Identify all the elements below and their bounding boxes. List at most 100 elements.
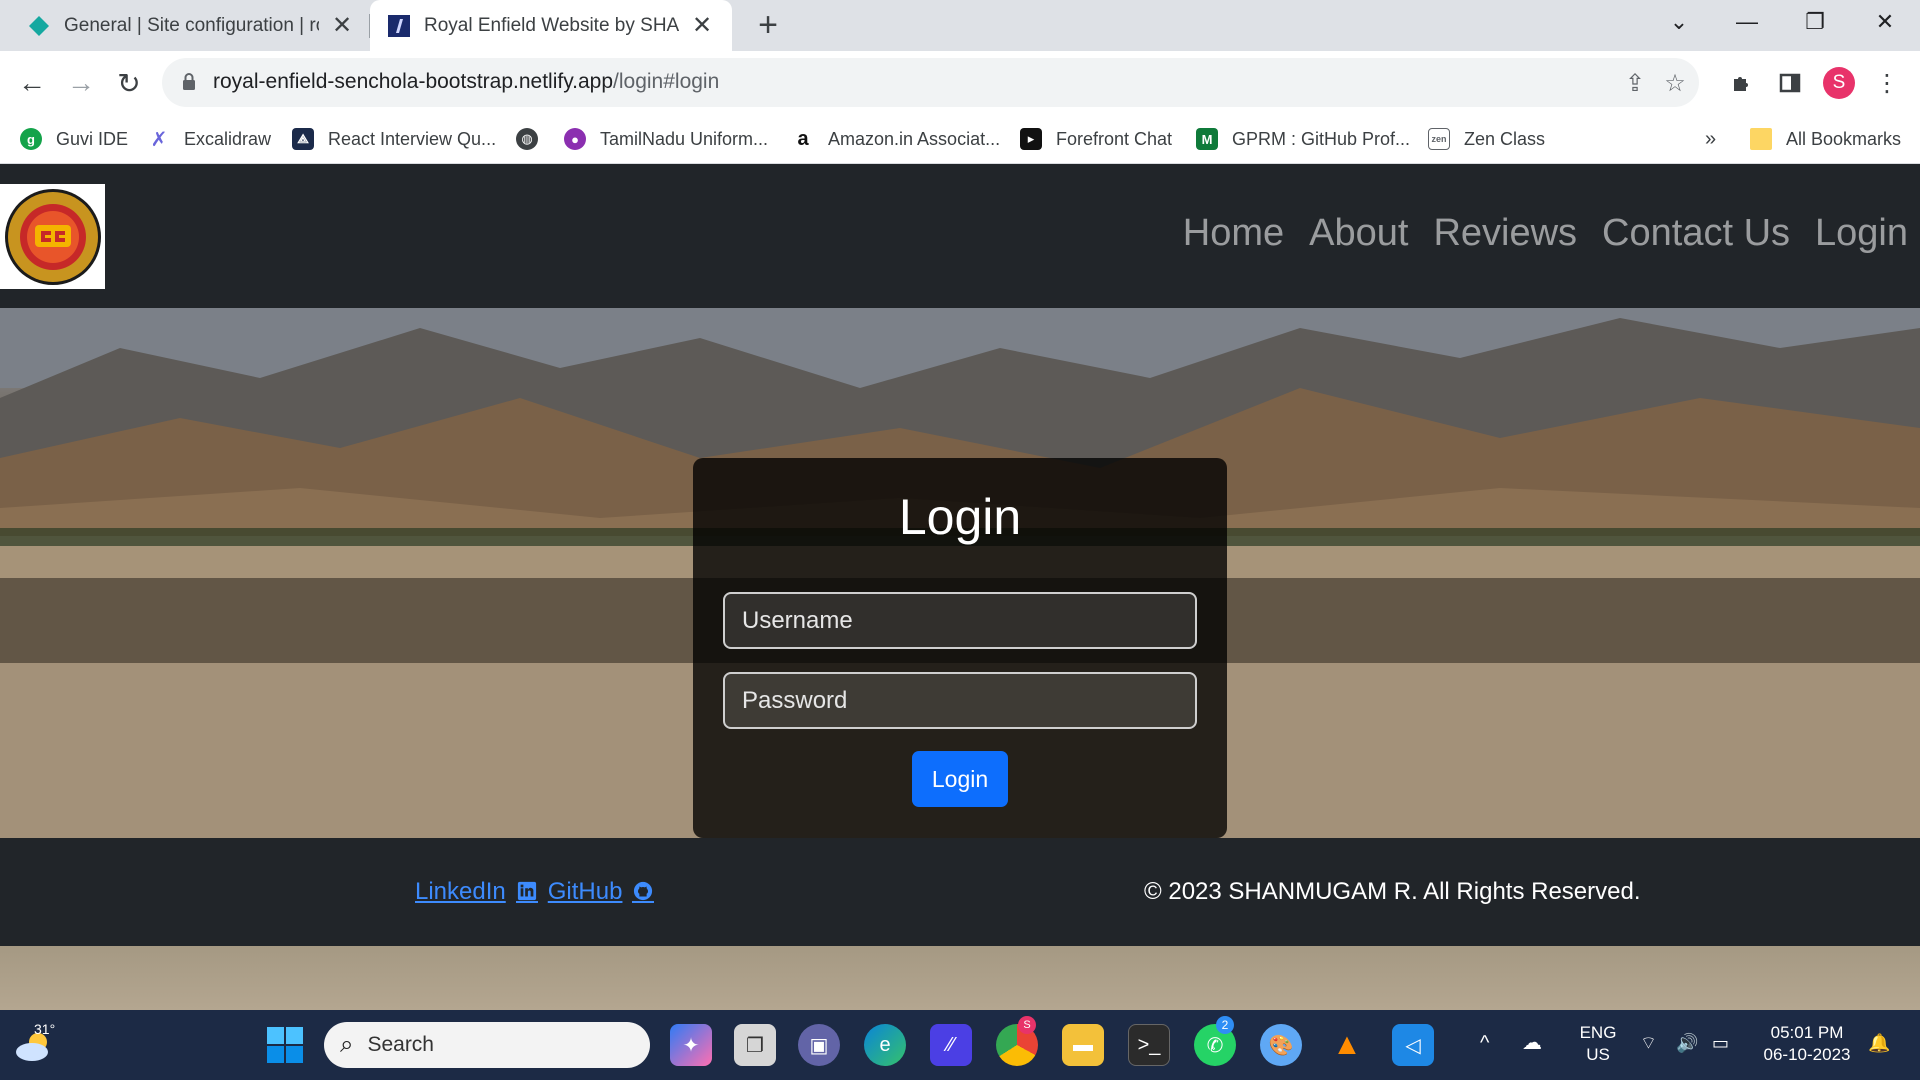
tab-strip: General | Site configuration | roy ✕ Roy… xyxy=(0,0,1920,51)
new-tab-icon[interactable]: + xyxy=(748,6,788,45)
bookmark-react-interview[interactable]: ⟁ React Interview Qu... xyxy=(292,124,496,154)
username-input[interactable] xyxy=(723,592,1197,649)
forefront-icon: ▸ xyxy=(1020,128,1042,150)
tab-title: General | Site configuration | roy xyxy=(64,14,319,36)
royal-enfield-logo[interactable] xyxy=(0,184,105,289)
bookmark-excalidraw[interactable]: ✗ Excalidraw xyxy=(148,124,271,154)
windows-taskbar: 31° ⌕ Search ✦ ❐ ▣ e ⁄⁄ S ▬ >_ ✆ 2 🎨 ▲ ◁… xyxy=(0,1010,1920,1080)
side-panel-icon[interactable] xyxy=(1768,61,1812,105)
site-navbar: Home About Reviews Contact Us Login xyxy=(0,164,1920,308)
bookmark-gprm[interactable]: M GPRM : GitHub Prof... xyxy=(1196,124,1410,154)
tab-title: Royal Enfield Website by SHANMUGAM xyxy=(424,14,679,36)
excalidraw-icon: ✗ xyxy=(150,128,168,151)
lock-icon xyxy=(183,73,195,90)
region-code: US xyxy=(1586,1045,1610,1064)
address-bar[interactable]: royal-enfield-senchola-bootstrap.netlify… xyxy=(162,58,1699,107)
vscode-icon[interactable]: ◁ xyxy=(1392,1024,1434,1066)
linkedin-link[interactable]: LinkedIn xyxy=(415,878,506,906)
bookmark-guvi-ide[interactable]: g Guvi IDE xyxy=(20,124,128,154)
background-continuation xyxy=(0,946,1920,1010)
bookmark-forefront-chat[interactable]: ▸ Forefront Chat xyxy=(1020,124,1172,154)
terminal-icon[interactable]: >_ xyxy=(1128,1024,1170,1066)
restore-icon[interactable]: ❐ xyxy=(1781,0,1849,44)
back-icon[interactable]: ← xyxy=(10,61,54,105)
folder-icon xyxy=(1750,128,1772,150)
bookmark-label: Amazon.in Associat... xyxy=(828,128,1001,149)
nav-home[interactable]: Home xyxy=(1183,212,1284,255)
clock[interactable]: 05:01 PM 06-10-2023 xyxy=(1757,1022,1857,1066)
url-path: /login#login xyxy=(613,70,720,93)
bookmark-label: Excalidraw xyxy=(184,128,272,149)
tray-chevron-icon[interactable]: ^ xyxy=(1480,1032,1489,1054)
tab-close-icon[interactable]: ✕ xyxy=(691,11,713,40)
bookmark-label: Guvi IDE xyxy=(56,128,129,149)
search-icon: ⌕ xyxy=(340,1031,354,1058)
bookmark-tamilnadu-uniform[interactable]: ● TamilNadu Uniform... xyxy=(564,124,768,154)
site-menu: Home About Reviews Contact Us Login xyxy=(1183,212,1908,255)
bookmark-star-icon[interactable]: ☆ xyxy=(1658,66,1692,100)
language-indicator[interactable]: ENG US xyxy=(1578,1022,1618,1066)
nav-reviews[interactable]: Reviews xyxy=(1433,212,1577,255)
bookmark-label: Forefront Chat xyxy=(1056,128,1173,149)
bookmark-label: GPRM : GitHub Prof... xyxy=(1232,128,1411,149)
share-icon[interactable]: ⇪ xyxy=(1618,66,1652,100)
wifi-icon[interactable]: ⌔ xyxy=(1640,1032,1657,1054)
close-window-icon[interactable]: ✕ xyxy=(1851,0,1919,44)
minimize-icon[interactable]: — xyxy=(1713,0,1781,44)
code-app-icon[interactable]: ⁄⁄ xyxy=(930,1024,972,1066)
guvi-icon: g xyxy=(20,128,42,150)
battery-icon[interactable]: ▭ xyxy=(1712,1032,1729,1054)
chrome-menu-icon[interactable]: ⋮ xyxy=(1865,61,1909,105)
tab-search-chevron-icon[interactable]: ⌄ xyxy=(1645,0,1713,44)
edge-icon[interactable]: e xyxy=(864,1024,906,1066)
teams-chat-icon[interactable]: ▣ xyxy=(798,1024,840,1066)
tab-close-icon[interactable]: ✕ xyxy=(331,11,353,40)
social-links: LinkedIn GitHub xyxy=(415,878,655,906)
login-title: Login xyxy=(898,489,1022,545)
taskbar-search[interactable]: ⌕ Search xyxy=(324,1022,650,1068)
bookmark-label: Zen Class xyxy=(1464,128,1546,149)
url-text: royal-enfield-senchola-bootstrap.netlify… xyxy=(213,70,719,94)
reload-icon[interactable]: ↻ xyxy=(107,61,151,105)
notifications-bell-icon[interactable]: 🔔 xyxy=(1868,1032,1890,1054)
paint-icon[interactable]: 🎨 xyxy=(1260,1024,1302,1066)
copyright-text: © 2023 SHANMUGAM R. All Rights Reserved. xyxy=(1144,878,1641,905)
forward-icon[interactable]: → xyxy=(59,61,103,105)
copilot-icon[interactable]: ✦ xyxy=(670,1024,712,1066)
more-bookmarks-chevron[interactable]: » xyxy=(1705,124,1716,154)
bookmark-amazon-associates[interactable]: a Amazon.in Associat... xyxy=(792,124,1000,154)
bookmark-zen-class[interactable]: zen Zen Class xyxy=(1428,124,1545,154)
nav-login[interactable]: Login xyxy=(1815,212,1908,255)
taskbar-search-label: Search xyxy=(367,1033,434,1056)
password-input[interactable] xyxy=(723,672,1197,729)
login-button[interactable]: Login xyxy=(912,751,1008,807)
language-code: ENG xyxy=(1579,1023,1617,1042)
github-link[interactable]: GitHub xyxy=(548,878,623,906)
volume-icon[interactable]: 🔊 xyxy=(1676,1032,1698,1054)
extensions-puzzle-icon[interactable] xyxy=(1720,61,1764,105)
tab-royal-enfield[interactable]: Royal Enfield Website by SHANMUGAM ✕ xyxy=(370,0,732,51)
file-explorer-icon[interactable]: ▬ xyxy=(1062,1024,1104,1066)
nav-contact-us[interactable]: Contact Us xyxy=(1602,212,1790,255)
netlify-diamond-icon xyxy=(29,15,49,36)
github-icon[interactable] xyxy=(632,881,655,903)
chrome-profile-badge: S xyxy=(1018,1016,1036,1034)
puzzle-glyph xyxy=(1734,77,1748,91)
linkedin-icon[interactable] xyxy=(515,881,538,903)
clock-time: 05:01 PM xyxy=(1770,1023,1844,1042)
bookmark-globe[interactable]: ◍ xyxy=(516,124,552,154)
windows-start-icon[interactable] xyxy=(266,1026,304,1064)
royal-enfield-icon xyxy=(388,14,410,37)
clock-date: 06-10-2023 xyxy=(1763,1045,1851,1064)
tab-site-configuration[interactable]: General | Site configuration | roy ✕ xyxy=(0,0,370,51)
whatsapp-badge: 2 xyxy=(1216,1016,1234,1034)
bookmark-label: TamilNadu Uniform... xyxy=(600,128,769,149)
all-bookmarks-folder[interactable]: All Bookmarks xyxy=(1750,124,1901,154)
temperature: 31° xyxy=(34,1021,56,1037)
onedrive-icon[interactable]: ☁ xyxy=(1522,1032,1542,1054)
nav-about[interactable]: About xyxy=(1309,212,1408,255)
gprm-icon: M xyxy=(1196,128,1218,150)
profile-avatar[interactable]: S xyxy=(1823,67,1855,99)
task-view-icon[interactable]: ❐ xyxy=(734,1024,776,1066)
vlc-icon[interactable]: ▲ xyxy=(1326,1024,1368,1066)
